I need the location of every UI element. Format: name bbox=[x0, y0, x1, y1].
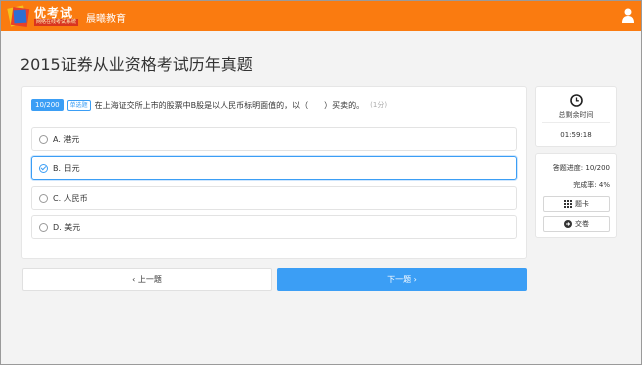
logo-subtext: 网络在线考试系统 bbox=[34, 19, 79, 26]
question-header: 10/200 单选题 在上海证交所上市的股票中B股是以人民币标明面值的，以（ ）… bbox=[31, 98, 387, 112]
submit-arrow-icon bbox=[564, 220, 572, 228]
option-label: D. 美元 bbox=[53, 223, 81, 232]
next-question-button[interactable]: 下一题 › bbox=[277, 268, 527, 291]
user-icon[interactable] bbox=[622, 8, 634, 23]
timer-card: 总剩余时间 01:59:18 bbox=[535, 86, 617, 147]
option-d[interactable]: D. 美元 bbox=[31, 215, 517, 239]
option-c[interactable]: C. 人民币 bbox=[31, 186, 517, 210]
radio-icon bbox=[39, 223, 48, 232]
answer-card-label: 题卡 bbox=[575, 200, 589, 208]
completion-rate: 完成率: 4% bbox=[573, 181, 610, 189]
question-type-badge: 单选题 bbox=[66, 99, 91, 111]
divider bbox=[542, 122, 610, 123]
radio-checked-icon bbox=[39, 164, 48, 173]
progress-text: 答题进度: 10/200 bbox=[552, 164, 610, 172]
prev-question-button[interactable]: ‹ 上一题 bbox=[22, 268, 272, 291]
option-a[interactable]: A. 港元 bbox=[31, 127, 517, 151]
option-label: C. 人民币 bbox=[53, 194, 88, 203]
submit-button[interactable]: 交卷 bbox=[543, 216, 610, 232]
logo-icon bbox=[7, 5, 30, 28]
question-score: (1分) bbox=[370, 101, 388, 109]
grid-icon bbox=[564, 200, 572, 208]
status-card: 答题进度: 10/200 完成率: 4% 题卡 交卷 bbox=[535, 153, 617, 238]
clock-icon bbox=[570, 94, 583, 107]
top-bar: 优考试 网络在线考试系统 晨曦教育 bbox=[1, 1, 641, 31]
org-name: 晨曦教育 bbox=[86, 14, 126, 25]
radio-icon bbox=[39, 194, 48, 203]
option-b[interactable]: B. 日元 bbox=[31, 156, 517, 180]
question-card: 10/200 单选题 在上海证交所上市的股票中B股是以人民币标明面值的，以（ ）… bbox=[21, 86, 527, 259]
timer-label: 总剩余时间 bbox=[558, 111, 594, 119]
page-title: 2015证券从业资格考试历年真题 bbox=[20, 55, 253, 74]
timer-value: 01:59:18 bbox=[560, 131, 592, 139]
radio-icon bbox=[39, 135, 48, 144]
question-number-badge: 10/200 bbox=[31, 99, 64, 111]
submit-label: 交卷 bbox=[575, 220, 589, 228]
option-label: A. 港元 bbox=[53, 135, 80, 144]
answer-card-button[interactable]: 题卡 bbox=[543, 196, 610, 212]
question-text: 在上海证交所上市的股票中B股是以人民币标明面值的，以（ ）买卖的。 bbox=[94, 100, 365, 110]
logo[interactable]: 优考试 网络在线考试系统 bbox=[7, 3, 79, 29]
option-label: B. 日元 bbox=[53, 164, 80, 173]
